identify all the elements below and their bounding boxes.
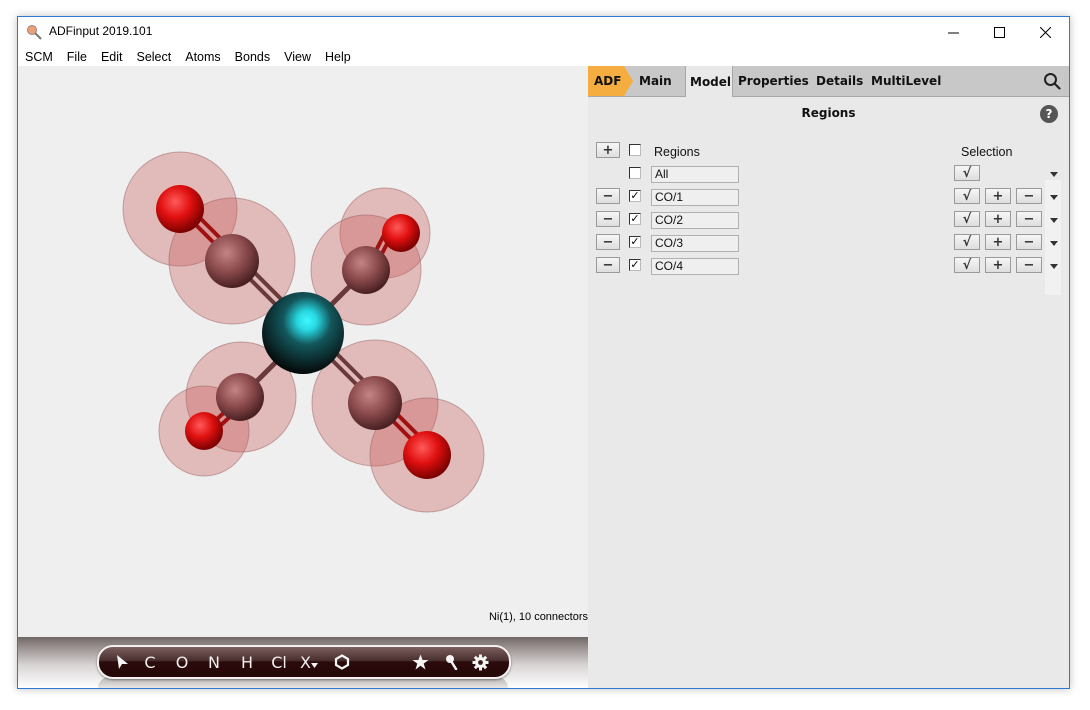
element-n-button[interactable]: N [205, 651, 223, 673]
help-button[interactable]: ? [1040, 105, 1058, 123]
build-toolbar: C O N H Cl X [97, 645, 511, 679]
regions-panel: ADF Main Model Properties Details MultiL… [588, 66, 1069, 688]
molecule-viewport[interactable]: Ni(1), 10 connectors [18, 66, 588, 637]
menu-help[interactable]: Help [318, 50, 358, 64]
element-h-button[interactable]: H [238, 651, 256, 673]
atom-carbon[interactable] [342, 246, 390, 294]
element-x-label: X [300, 652, 311, 672]
select-tool-button[interactable] [113, 651, 131, 673]
section-title: Regions [801, 106, 856, 120]
menu-atoms[interactable]: Atoms [178, 50, 227, 64]
atom-oxygen[interactable] [185, 412, 223, 450]
add-to-region-button[interactable]: + [985, 188, 1011, 204]
region-name-field[interactable]: CO/1 [651, 189, 739, 206]
tab-adf-arrow [624, 66, 633, 96]
remove-region-button[interactable]: − [596, 234, 620, 250]
menu-select[interactable]: Select [129, 50, 178, 64]
add-to-region-button[interactable]: + [985, 234, 1011, 250]
cursor-arrow-icon [117, 655, 128, 669]
ring-tool-button[interactable] [332, 651, 352, 673]
settings-button[interactable] [470, 651, 490, 673]
close-icon [1039, 26, 1051, 38]
region-checkbox[interactable]: ✓ [629, 259, 641, 271]
menu-bonds[interactable]: Bonds [228, 50, 277, 64]
tab-adf[interactable]: ADF [588, 66, 624, 96]
row-menu-arrow-icon[interactable] [1050, 195, 1058, 200]
window-title: ADFinput 2019.101 [49, 24, 153, 38]
maximize-button[interactable] [976, 17, 1022, 47]
region-checkbox[interactable]: ✓ [629, 236, 641, 248]
menu-view[interactable]: View [277, 50, 318, 64]
tab-model[interactable]: Model [685, 66, 733, 97]
minimize-button[interactable] [930, 17, 976, 47]
atom-carbon[interactable] [348, 376, 402, 430]
select-region-button[interactable]: √ [954, 257, 980, 273]
gear-icon [472, 654, 488, 670]
menu-scm[interactable]: SCM [18, 50, 60, 64]
app-logo-icon [27, 25, 42, 40]
remove-region-button[interactable]: − [596, 257, 620, 273]
row-menu-arrow-icon[interactable] [1050, 218, 1058, 223]
selection-column-label: Selection [961, 145, 1013, 159]
maximize-icon [993, 26, 1005, 38]
remove-from-region-button[interactable]: − [1016, 257, 1042, 273]
remove-region-button[interactable]: − [596, 211, 620, 227]
tab-bar: ADF Main Model Properties Details MultiL… [588, 66, 1069, 97]
build-toolbar-area: C O N H Cl X [18, 637, 588, 688]
minimize-icon [947, 32, 959, 33]
pin-icon [446, 655, 458, 670]
hexagon-ring-icon [334, 654, 350, 670]
all-regions-checkbox[interactable] [629, 144, 641, 156]
select-region-button[interactable]: √ [954, 234, 980, 250]
region-name-field[interactable]: CO/4 [651, 258, 739, 275]
remove-region-button[interactable]: − [596, 188, 620, 204]
region-name-field[interactable]: CO/2 [651, 212, 739, 229]
tab-properties[interactable]: Properties [738, 66, 809, 96]
select-region-button[interactable]: √ [954, 211, 980, 227]
regions-column-label: Regions [654, 145, 700, 159]
atom-nickel[interactable] [262, 292, 344, 374]
atom-oxygen[interactable] [403, 431, 451, 479]
atom-oxygen[interactable] [382, 214, 420, 252]
menu-edit[interactable]: Edit [94, 50, 130, 64]
element-cl-button[interactable]: Cl [267, 651, 291, 673]
search-icon[interactable] [1043, 72, 1061, 90]
remove-from-region-button[interactable]: − [1016, 188, 1042, 204]
menu-file[interactable]: File [60, 50, 94, 64]
element-o-button[interactable]: O [173, 651, 191, 673]
tab-multilevel[interactable]: MultiLevel [871, 66, 941, 96]
app-window: ADFinput 2019.101 SCM File Edit Select A… [17, 16, 1070, 689]
region-checkbox[interactable]: ✓ [629, 190, 641, 202]
menu-bar: SCM File Edit Select Atoms Bonds View He… [18, 47, 1069, 66]
star-icon [412, 654, 428, 670]
title-bar: ADFinput 2019.101 [18, 17, 1069, 47]
remove-from-region-button[interactable]: − [1016, 234, 1042, 250]
remove-from-region-button[interactable]: − [1016, 211, 1042, 227]
selection-status: Ni(1), 10 connectors [488, 611, 588, 623]
row-menu-arrow-icon[interactable] [1050, 264, 1058, 269]
row-menu-arrow-icon[interactable] [1050, 172, 1058, 177]
add-to-region-button[interactable]: + [985, 211, 1011, 227]
element-x-button[interactable]: X [298, 651, 320, 673]
select-region-button[interactable]: √ [954, 188, 980, 204]
region-checkbox[interactable]: ✓ [629, 213, 641, 225]
close-button[interactable] [1022, 17, 1068, 47]
row-menu-arrow-icon[interactable] [1050, 241, 1058, 246]
region-name-field[interactable]: CO/3 [651, 235, 739, 252]
region-name-field[interactable]: All [651, 166, 739, 183]
chevron-down-icon [310, 663, 318, 668]
atom-carbon[interactable] [205, 234, 259, 288]
favorites-button[interactable] [410, 651, 430, 673]
element-c-button[interactable]: C [141, 651, 159, 673]
molecule-drawing[interactable] [18, 66, 588, 637]
pin-tool-button[interactable] [443, 651, 461, 673]
select-region-button[interactable]: √ [954, 165, 980, 181]
atom-carbon[interactable] [216, 373, 264, 421]
tab-details[interactable]: Details [816, 66, 863, 96]
add-to-region-button[interactable]: + [985, 257, 1011, 273]
atom-oxygen[interactable] [156, 185, 204, 233]
tab-main[interactable]: Main [639, 66, 672, 96]
region-checkbox[interactable] [629, 167, 641, 179]
add-region-button[interactable]: + [596, 142, 620, 158]
